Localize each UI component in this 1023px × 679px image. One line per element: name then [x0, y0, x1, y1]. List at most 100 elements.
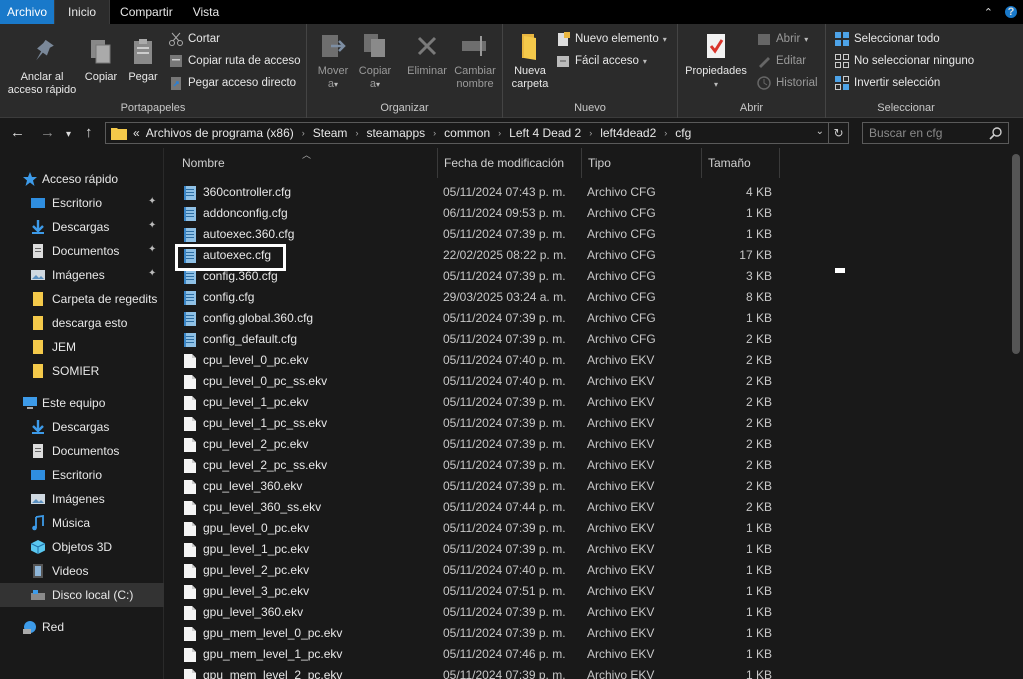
nav-item-escritorio[interactable]: Escritorio ✦: [0, 191, 164, 215]
nav-item-videos[interactable]: Videos: [0, 559, 164, 583]
help-icon[interactable]: ?: [1005, 6, 1017, 18]
table-row[interactable]: autoexec.360.cfg 05/11/2024 07:39 p. m. Ar…: [179, 224, 779, 245]
copy-path-button[interactable]: Copiar ruta de acceso: [168, 53, 301, 69]
breadcrumb-item[interactable]: Steam: [313, 126, 348, 140]
move-icon: [322, 35, 346, 57]
address-history-chevron-icon[interactable]: ⌄: [816, 126, 824, 137]
nav-item-musica[interactable]: Música: [0, 511, 164, 535]
edit-button[interactable]: Editar: [756, 53, 806, 69]
pin-icon[interactable]: ✦: [148, 196, 158, 210]
nav-item-descargas[interactable]: Descargas ✦: [0, 215, 164, 239]
search-input[interactable]: [863, 126, 983, 140]
select-none-button[interactable]: No seleccionar ninguno: [834, 53, 974, 69]
nav-item-disco-local[interactable]: Disco local (C:): [0, 583, 164, 607]
pin-icon[interactable]: ✦: [148, 268, 158, 282]
breadcrumb-item[interactable]: left4dead2: [600, 126, 656, 140]
table-row[interactable]: config.global.360.cfg 05/11/2024 07:39 p.…: [179, 308, 779, 329]
invert-selection-button[interactable]: Invertir selección: [834, 75, 940, 91]
pin-quick-access-button[interactable]: Anclar al acceso rápido: [4, 36, 80, 97]
back-arrow-icon[interactable]: ←: [10, 124, 25, 142]
collapse-ribbon-icon[interactable]: ⌃: [984, 6, 993, 19]
breadcrumb-item[interactable]: Left 4 Dead 2: [509, 126, 581, 140]
nav-item-folder[interactable]: SOMIER: [0, 359, 164, 383]
table-row[interactable]: cpu_level_2_pc_ss.ekv 05/11/2024 07:39 p.…: [179, 455, 779, 476]
table-row[interactable]: gpu_level_2_pc.ekv 05/11/2024 07:40 p. m.…: [179, 560, 779, 581]
search-box[interactable]: [862, 122, 1009, 144]
paste-button[interactable]: Pegar: [122, 36, 164, 84]
nav-item-objetos-3d[interactable]: Objetos 3D: [0, 535, 164, 559]
vertical-scrollbar[interactable]: [1009, 148, 1023, 679]
table-row[interactable]: config_default.cfg 05/11/2024 07:39 p. m.…: [179, 329, 779, 350]
nav-item-escritorio[interactable]: Escritorio: [0, 463, 164, 487]
invert-selection-icon: [835, 76, 849, 90]
breadcrumb-item[interactable]: common: [444, 126, 490, 140]
nav-network[interactable]: Red: [0, 615, 164, 639]
copy-to-button[interactable]: Copiar a▾: [355, 30, 395, 91]
new-folder-button[interactable]: Nueva carpeta: [507, 30, 553, 91]
nav-item-documentos[interactable]: Documentos: [0, 439, 164, 463]
table-row[interactable]: gpu_level_0_pc.ekv 05/11/2024 07:39 p. m.…: [179, 518, 779, 539]
table-row[interactable]: gpu_level_3_pc.ekv 05/11/2024 07:51 p. m.…: [179, 581, 779, 602]
nav-this-pc[interactable]: Este equipo: [0, 391, 164, 415]
clipboard-icon: [134, 39, 152, 64]
nav-item-imagenes[interactable]: Imágenes: [0, 487, 164, 511]
tab-compartir[interactable]: Compartir: [110, 0, 183, 24]
properties-button[interactable]: Propiedades ▾: [682, 30, 750, 91]
tab-archivo[interactable]: Archivo: [0, 0, 55, 24]
tab-inicio[interactable]: Inicio: [54, 0, 111, 24]
column-header-size[interactable]: Tamaño: [702, 148, 780, 178]
rename-button[interactable]: Cambiar nombre: [451, 30, 499, 91]
table-row[interactable]: gpu_level_1_pc.ekv 05/11/2024 07:39 p. m.…: [179, 539, 779, 560]
tab-vista[interactable]: Vista: [183, 0, 229, 24]
table-row[interactable]: gpu_mem_level_2_pc.ekv 05/11/2024 07:39 p…: [179, 665, 779, 679]
table-row[interactable]: cpu_level_0_pc.ekv 05/11/2024 07:40 p. m.…: [179, 350, 779, 371]
open-button[interactable]: Abrir ▾: [756, 31, 808, 47]
scrollbar-thumb[interactable]: [1012, 154, 1020, 354]
nav-item-folder[interactable]: descarga esto: [0, 311, 164, 335]
copy-button[interactable]: Copiar: [80, 36, 122, 84]
new-item-button[interactable]: Nuevo elemento ▾: [555, 31, 667, 47]
nav-item-documentos[interactable]: Documentos ✦: [0, 239, 164, 263]
recent-locations-chevron-icon[interactable]: ▾: [66, 126, 71, 144]
nav-item-folder[interactable]: JEM: [0, 335, 164, 359]
nav-item-imagenes[interactable]: Imágenes ✦: [0, 263, 164, 287]
table-row[interactable]: cpu_level_1_pc_ss.ekv 05/11/2024 07:39 p.…: [179, 413, 779, 434]
table-row[interactable]: gpu_mem_level_0_pc.ekv 05/11/2024 07:39 p…: [179, 623, 779, 644]
file-name: config.global.360.cfg: [203, 311, 314, 325]
table-row[interactable]: gpu_level_360.ekv 05/11/2024 07:39 p. m. A…: [179, 602, 779, 623]
table-row[interactable]: cpu_level_1_pc.ekv 05/11/2024 07:39 p. m.…: [179, 392, 779, 413]
table-row[interactable]: cpu_level_0_pc_ss.ekv 05/11/2024 07:40 p.…: [179, 371, 779, 392]
file-name: gpu_mem_level_2_pc.ekv: [203, 668, 343, 679]
cut-button[interactable]: Cortar: [168, 31, 220, 47]
delete-button[interactable]: Eliminar: [403, 30, 451, 78]
easy-access-button[interactable]: Fácil acceso ▾: [555, 53, 647, 69]
column-header-modified[interactable]: Fecha de modificación: [438, 148, 582, 178]
breadcrumb-item[interactable]: steamapps: [366, 126, 425, 140]
move-to-button[interactable]: Mover a▾: [313, 30, 353, 91]
file-size: 4 KB: [745, 185, 772, 199]
table-row[interactable]: cpu_level_2_pc.ekv 05/11/2024 07:39 p. m.…: [179, 434, 779, 455]
address-bar[interactable]: « Archivos de programa (x86) › Steam › ste…: [105, 122, 849, 144]
history-button[interactable]: Historial: [756, 75, 818, 91]
column-header-type[interactable]: Tipo: [582, 148, 702, 178]
nav-quick-access[interactable]: Acceso rápido: [0, 167, 164, 191]
table-row[interactable]: gpu_mem_level_1_pc.ekv 05/11/2024 07:46 p…: [179, 644, 779, 665]
table-row[interactable]: addonconfig.cfg 06/11/2024 09:53 p. m. Arc…: [179, 203, 779, 224]
paste-shortcut-button[interactable]: Pegar acceso directo: [168, 75, 296, 91]
column-header-name[interactable]: Nombre: [176, 148, 438, 178]
table-row[interactable]: 360controller.cfg 05/11/2024 07:43 p. m. A…: [179, 182, 779, 203]
select-all-button[interactable]: Seleccionar todo: [834, 31, 940, 47]
breadcrumb-item[interactable]: Archivos de programa (x86): [146, 126, 294, 140]
nav-item-descargas[interactable]: Descargas: [0, 415, 164, 439]
breadcrumb-overflow[interactable]: «: [133, 126, 140, 140]
pin-icon[interactable]: ✦: [148, 220, 158, 234]
table-row[interactable]: cpu_level_360.ekv 05/11/2024 07:39 p. m. A…: [179, 476, 779, 497]
nav-item-folder[interactable]: Carpeta de regedits: [0, 287, 164, 311]
up-arrow-icon[interactable]: ↑: [85, 124, 93, 142]
table-row[interactable]: config.cfg 29/03/2025 03:24 a. m. Archivo …: [179, 287, 779, 308]
table-row[interactable]: cpu_level_360_ss.ekv 05/11/2024 07:44 p. …: [179, 497, 779, 518]
refresh-icon[interactable]: ↻: [828, 123, 848, 143]
forward-arrow-icon[interactable]: →: [40, 124, 55, 142]
breadcrumb-item[interactable]: cfg: [675, 126, 691, 140]
pin-icon[interactable]: ✦: [148, 244, 158, 258]
